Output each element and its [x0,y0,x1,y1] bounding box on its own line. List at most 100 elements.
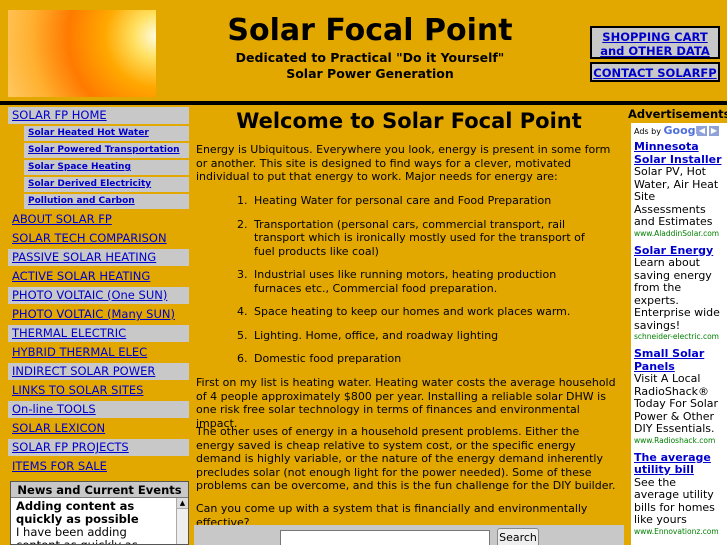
nav-sublink[interactable]: Solar Space Heating [28,162,131,172]
nav-subitem-hot-water[interactable]: Solar Heated Hot Water [24,126,189,141]
nav-item-pv-one-sun[interactable]: PHOTO VOLTAIC (One SUN) [8,287,189,304]
ads-by-google[interactable]: Ads by Google ◀ ▶ [631,123,727,139]
list-item: 2. Transportation (personal cars, commerc… [237,217,585,258]
list-item: 4. Space heating to keep our homes and wo… [237,305,571,318]
nav-item-tools[interactable]: On-line TOOLS [8,401,189,418]
ad-url[interactable]: www.Ennovationz.com [634,527,724,537]
tagline-line-1: Dedicated to Practical "Do it Yourself" [235,50,505,65]
intro-paragraph: Energy is Ubiquitous. Everywhere you loo… [196,143,611,183]
list-item-text: Lighting. Home, office, and roadway ligh… [254,328,499,342]
nav-subitem-transportation[interactable]: Solar Powered Transportation [24,143,189,158]
list-item: 6. Domestic food preparation [237,352,402,365]
nav-item-for-sale[interactable]: ITEMS FOR SALE [8,458,189,475]
nav-link[interactable]: ACTIVE SOLAR HEATING [12,269,150,283]
energy-needs-list: 1. Heating Water for personal care and Fo… [234,194,604,376]
news-scrollbar[interactable]: ▲ [176,498,188,544]
ad-title-link[interactable]: Minnesota Solar Installer [634,140,724,166]
nav-subitem-space-heating[interactable]: Solar Space Heating [24,160,189,175]
paragraph-heating-water: First on my list is heating water. Heati… [196,376,616,430]
nav-item-about[interactable]: ABOUT SOLAR FP [8,211,189,228]
news-item-title: Adding content as quickly as possible [16,499,139,526]
nav-item-passive-heating[interactable]: PASSIVE SOLAR HEATING [8,249,189,266]
sidebar-nav: SOLAR FP HOME Solar Heated Hot Water Sol… [8,107,189,477]
site-title: Solar Focal Point [227,13,513,48]
ad-item[interactable]: Minnesota Solar Installer Solar PV, Hot … [631,139,727,243]
nav-item-projects[interactable]: SOLAR FP PROJECTS [8,439,189,456]
nav-link[interactable]: ABOUT SOLAR FP [12,212,112,226]
nav-item-hybrid[interactable]: HYBRID THERMAL ELEC [8,344,189,361]
ad-description: Visit A Local RadioShack® Today For Sola… [634,372,719,435]
nav-link-home[interactable]: SOLAR FP HOME [12,108,107,122]
ad-description: Learn about saving energy from the exper… [634,256,720,332]
nav-item-links[interactable]: LINKS TO SOLAR SITES [8,382,189,399]
nav-item-pv-many-sun[interactable]: PHOTO VOLTAIC (Many SUN) [8,306,189,323]
nav-sublink[interactable]: Solar Powered Transportation [28,145,180,155]
nav-link[interactable]: SOLAR LEXICON [12,421,105,435]
ad-url[interactable]: schneider-electric.com [634,332,724,342]
cart-line-1: SHOPPING CART [602,30,708,44]
nav-link[interactable]: SOLAR FP PROJECTS [12,440,129,454]
nav-item-tech-comparison[interactable]: SOLAR TECH COMPARISON [8,230,189,247]
nav-link[interactable]: INDIRECT SOLAR POWER [12,364,155,378]
page-title: Welcome to Solar Focal Point [236,109,582,133]
scroll-up-icon[interactable]: ▲ [177,498,188,509]
news-panel: News and Current Events Adding content a… [10,481,189,545]
list-item-text: Domestic food preparation [254,352,402,365]
list-item-text: Transportation (personal cars, commercia… [254,217,585,258]
ad-item[interactable]: Small Solar Panels Visit A Local RadioSh… [631,346,727,450]
nav-link[interactable]: On-line TOOLS [12,402,96,416]
search-input[interactable] [280,530,490,545]
nav-link[interactable]: HYBRID THERMAL ELEC [12,345,147,359]
list-item: 5. Lighting. Home, office, and roadway li… [237,328,499,342]
nav-link[interactable]: LINKS TO SOLAR SITES [12,383,143,397]
ad-url[interactable]: www.Radioshack.com [634,436,724,446]
news-item-text: I have been adding content as quickly as… [16,525,138,545]
list-item: 1. Heating Water for personal care and Fo… [237,194,552,207]
site-header: Solar Focal Point Dedicated to Practical… [0,0,727,101]
shopping-cart-button[interactable]: SHOPPING CART and OTHER DATA [590,26,720,59]
arrow-right-icon[interactable]: ▶ [709,126,719,136]
nav-item-lexicon[interactable]: SOLAR LEXICON [8,420,189,437]
nav-item-active-heating[interactable]: ACTIVE SOLAR HEATING [8,268,189,285]
nav-item-home[interactable]: SOLAR FP HOME [8,107,189,124]
nav-item-thermal-electric[interactable]: THERMAL ELECTRIC [8,325,189,342]
ads-box: Ads by Google ◀ ▶ Minnesota Solar Instal… [631,123,727,545]
nav-link[interactable]: ITEMS FOR SALE [12,459,107,473]
ad-url[interactable]: www.AladdinSolar.com [634,229,724,239]
news-item: Adding content as quickly as possible I … [16,500,174,545]
nav-link[interactable]: THERMAL ELECTRIC [12,326,126,340]
site-tagline: Dedicated to Practical "Do it Yourself" … [160,50,580,82]
contact-button[interactable]: CONTACT SOLARFP [590,62,720,82]
ad-item[interactable]: Solar Energy Learn about saving energy f… [631,243,727,347]
list-item: 3. Industrial uses like running motors, h… [237,268,557,295]
nav-link[interactable]: PHOTO VOLTAIC (One SUN) [12,288,167,302]
tagline-line-2: Solar Power Generation [286,66,454,81]
list-item-text: Industrial uses like running motors, hea… [254,268,557,295]
search-bar: Search [194,525,624,545]
ad-title-link[interactable]: Small Solar Panels [634,347,724,373]
ads-column: Advertisements Ads by Google ◀ ▶ Minneso… [626,105,727,545]
nav-sublink[interactable]: Pollution and Carbon [28,196,135,206]
nav-sublink[interactable]: Solar Derived Electricity [28,179,151,189]
list-item-text: Heating Water for personal care and Food… [254,194,552,207]
ad-title-link[interactable]: The average utility bill [634,451,724,477]
paragraph-other-uses: The other uses of energy in a household … [196,425,616,492]
ad-description: Solar PV, Hot Water, Air Heat Site Asses… [634,165,719,228]
nav-sublink[interactable]: Solar Heated Hot Water [28,128,149,138]
shopping-cart-link[interactable]: SHOPPING CART and OTHER DATA [600,30,710,58]
nav-subitem-pollution[interactable]: Pollution and Carbon [24,194,189,209]
nav-link[interactable]: PASSIVE SOLAR HEATING [12,250,156,264]
nav-item-indirect[interactable]: INDIRECT SOLAR POWER [8,363,189,380]
search-button[interactable]: Search [497,528,539,545]
nav-link[interactable]: SOLAR TECH COMPARISON [12,231,167,245]
main-content: Welcome to Solar Focal Point Energy is U… [194,105,624,545]
sun-logo-image [8,10,156,97]
nav-link[interactable]: PHOTO VOLTAIC (Many SUN) [12,307,175,321]
ad-item[interactable]: The average utility bill See the average… [631,450,727,541]
contact-link[interactable]: CONTACT SOLARFP [593,66,716,80]
nav-subitem-electricity[interactable]: Solar Derived Electricity [24,177,189,192]
ads-by-label: Ads by [634,127,661,136]
arrow-left-icon[interactable]: ◀ [697,126,707,136]
list-item-text: Space heating to keep our homes and work… [254,305,571,318]
ads-title: Advertisements [628,107,727,121]
